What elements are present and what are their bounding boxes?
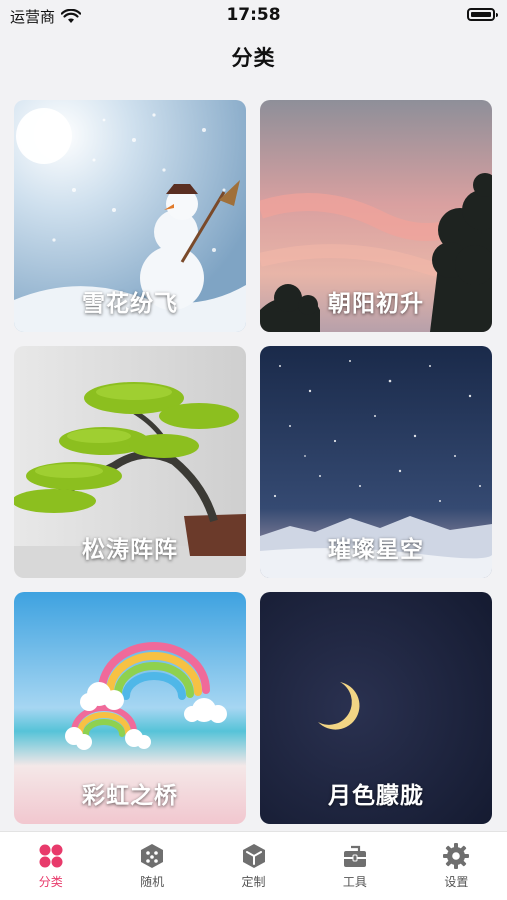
category-label: 松涛阵阵 bbox=[82, 537, 178, 563]
tab-settings[interactable]: 设置 bbox=[406, 832, 507, 900]
category-label: 璀璨星空 bbox=[328, 537, 424, 563]
tab-custom[interactable]: 定制 bbox=[203, 832, 304, 900]
tab-label: 定制 bbox=[241, 875, 266, 889]
category-label: 朝阳初升 bbox=[328, 291, 424, 317]
category-card-pine[interactable]: 松涛阵阵 bbox=[14, 346, 246, 578]
category-card-moon[interactable]: 月色朦胧 bbox=[260, 592, 492, 824]
tab-label: 设置 bbox=[444, 875, 469, 889]
category-label: 彩虹之桥 bbox=[82, 783, 178, 809]
category-label: 月色朦胧 bbox=[328, 783, 424, 809]
tab-random[interactable]: 随机 bbox=[101, 832, 202, 900]
battery-icon bbox=[467, 8, 498, 21]
status-time: 17:58 bbox=[226, 5, 281, 25]
status-bar: 运营商 17:58 bbox=[0, 0, 507, 30]
tab-bar: 分类 随机 定制 工具 设置 bbox=[0, 831, 507, 900]
navigation-bar: 分类 bbox=[0, 30, 507, 88]
tab-categories[interactable]: 分类 bbox=[0, 832, 101, 900]
grid-icon bbox=[39, 844, 63, 868]
category-card-stars[interactable]: 璀璨星空 bbox=[260, 346, 492, 578]
toolbox-icon bbox=[343, 845, 366, 867]
category-card-snow[interactable]: 雪花纷飞 bbox=[14, 100, 246, 332]
tab-label: 工具 bbox=[342, 875, 367, 889]
dice-icon bbox=[141, 844, 164, 868]
page-title: 分类 bbox=[231, 46, 276, 70]
category-card-sunrise[interactable]: 朝阳初升 bbox=[260, 100, 492, 332]
gear-icon bbox=[443, 843, 470, 869]
hexagon-icon bbox=[242, 844, 265, 868]
category-label: 雪花纷飞 bbox=[82, 291, 178, 317]
tab-label: 分类 bbox=[38, 875, 63, 889]
tab-label: 随机 bbox=[140, 875, 165, 889]
tab-tools[interactable]: 工具 bbox=[304, 832, 405, 900]
category-card-rainbow[interactable]: 彩虹之桥 bbox=[14, 592, 246, 824]
